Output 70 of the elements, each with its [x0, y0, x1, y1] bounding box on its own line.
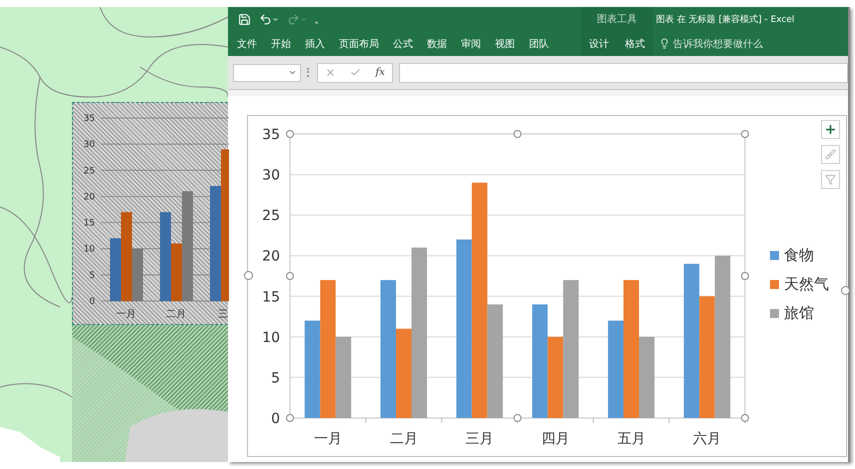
- resize-handle[interactable]: [286, 414, 294, 422]
- formula-input[interactable]: [399, 62, 848, 82]
- resize-handle[interactable]: [514, 414, 522, 422]
- tell-me-field[interactable]: 告诉我你想要做什么: [673, 36, 763, 50]
- axis-label: 四月: [541, 431, 570, 447]
- resize-handle[interactable]: [841, 286, 850, 295]
- axis-label: 五月: [617, 431, 646, 447]
- save-icon[interactable]: [238, 12, 251, 26]
- ribbon-tab[interactable]: 开始: [264, 32, 298, 54]
- ribbon-tab[interactable]: 页面布局: [332, 32, 386, 54]
- resize-handle[interactable]: [286, 130, 294, 138]
- axis-label: 一月: [116, 309, 136, 320]
- axis-label: 15: [262, 289, 280, 306]
- plus-icon[interactable]: [824, 123, 837, 136]
- axis-label: 0: [271, 411, 280, 427]
- caret-icon[interactable]: [288, 68, 297, 77]
- legend-label: 天然气: [784, 275, 829, 294]
- lightbulb-icon[interactable]: [659, 38, 670, 49]
- ribbon-tab[interactable]: 文件: [230, 32, 264, 54]
- ribbon-tab[interactable]: 审阅: [454, 32, 488, 54]
- brush-button[interactable]: [821, 145, 840, 164]
- legend-label: 食物: [784, 246, 814, 265]
- add-element-button[interactable]: [821, 120, 840, 139]
- axis-label: 35: [262, 127, 280, 143]
- ribbon-tab[interactable]: 团队: [522, 32, 556, 54]
- resize-handle[interactable]: [244, 271, 253, 280]
- axis-label: 10: [262, 330, 280, 346]
- axis-label: 六月: [693, 431, 722, 447]
- filter-button[interactable]: [821, 170, 840, 189]
- ribbon-tab[interactable]: 公式: [386, 32, 420, 54]
- resize-handle[interactable]: [741, 414, 749, 422]
- axis-label: 20: [262, 248, 280, 265]
- resize-handle[interactable]: [741, 272, 749, 280]
- insert-function-button[interactable]: fx: [376, 67, 385, 78]
- customize-button[interactable]: ₌: [315, 12, 318, 26]
- axis-label: 10: [84, 244, 95, 255]
- axis-label: 20: [84, 192, 95, 202]
- resize-handle[interactable]: [286, 272, 294, 280]
- axis-label: 5: [271, 370, 280, 386]
- ribbon-tab[interactable]: 设计: [581, 32, 617, 54]
- chart-area[interactable]: 0 5 10 15 20 25 30 35 一月 二月 三月 四月 五月 六月 食物 天然气 旅馆: [247, 115, 847, 457]
- window-title: 图表 在 无标题 [兼容模式] - Excel: [656, 14, 794, 26]
- ribbon-tab[interactable]: 格式: [617, 32, 653, 54]
- axis-label: 25: [84, 166, 95, 176]
- axis-label: 5: [89, 270, 95, 281]
- undo-icon[interactable]: [259, 12, 279, 26]
- axis-label: 25: [262, 208, 280, 224]
- axis-label: 二月: [166, 309, 186, 320]
- redo-icon[interactable]: [287, 12, 307, 26]
- axis-label: 一月: [314, 431, 342, 447]
- enter-icon[interactable]: [350, 67, 362, 78]
- resize-handle[interactable]: [514, 130, 522, 138]
- axis-label: 0: [89, 297, 95, 307]
- axis-label: 三: [218, 309, 228, 320]
- brush-icon[interactable]: [825, 149, 836, 160]
- ribbon-tab[interactable]: 视图: [488, 32, 522, 54]
- ribbon-tab[interactable]: 插入: [298, 32, 332, 54]
- axis-label: 35: [84, 114, 95, 124]
- chart-bar: [110, 238, 121, 301]
- cancel-icon[interactable]: [325, 67, 336, 78]
- legend-label: 旅馆: [784, 304, 814, 323]
- filter-icon[interactable]: [825, 174, 836, 185]
- ribbon-tab[interactable]: 数据: [420, 32, 454, 54]
- axis-label: 30: [84, 140, 95, 150]
- axis-label: 三月: [466, 431, 494, 447]
- resize-handle[interactable]: [741, 130, 749, 138]
- axis-label: 二月: [390, 431, 418, 447]
- context-group-label: 图表工具: [597, 12, 637, 26]
- axis-label: 15: [84, 218, 95, 229]
- axis-label: 30: [262, 168, 280, 184]
